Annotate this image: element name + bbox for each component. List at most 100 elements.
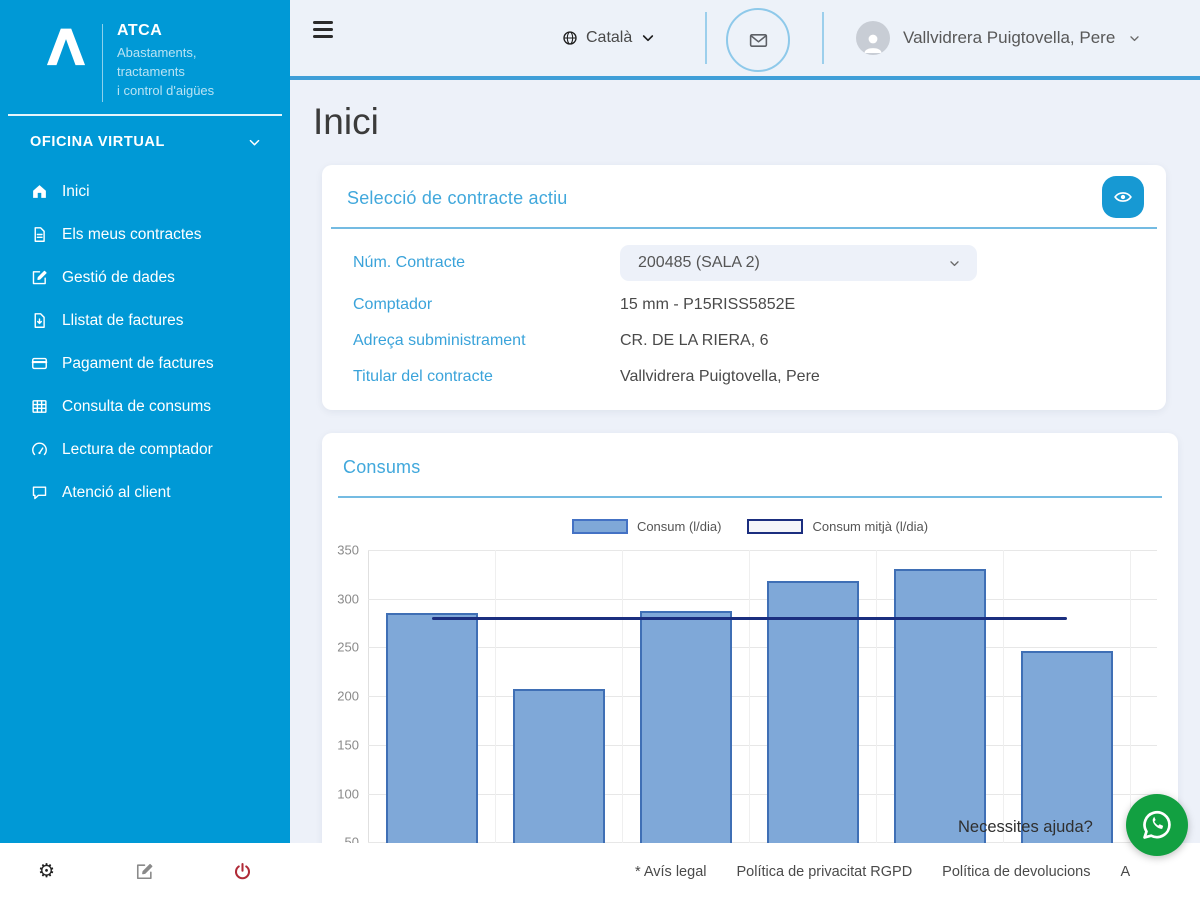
chart-legend: Consum (l/dia) Consum mitjà (l/dia) <box>322 519 1178 534</box>
sidebar-item-label: Atenció al client <box>62 483 171 501</box>
sidebar-bottom-bar: ⚙ <box>0 843 290 900</box>
sidebar-section-oficina-virtual[interactable]: OFICINA VIRTUAL <box>0 116 290 160</box>
help-prompt: Necessites ajuda? <box>958 818 1093 836</box>
footer: * Avís legal Política de privacitat RGPD P… <box>290 843 1200 900</box>
sidebar-item-label: Gestió de dades <box>62 268 175 286</box>
average-line <box>431 617 1067 621</box>
field-row-comptador: Comptador 15 mm - P15RISS5852E <box>353 287 1142 323</box>
contract-selection-card: Selecció de contracte actiu Núm. Contrac… <box>322 165 1166 410</box>
legend-item-consum-l-dia[interactable]: Consum (l/dia) <box>571 519 722 534</box>
sidebar-item-consulta-de-consums[interactable]: Consulta de consums <box>0 385 290 428</box>
sidebar-item-llistat-de-factures[interactable]: Llistat de factures <box>0 299 290 342</box>
brand-subtitle-line: Abastaments, <box>117 45 197 60</box>
language-label: Català <box>586 29 633 46</box>
y-tick-label: 250 <box>337 639 359 655</box>
brand-name: ATCA <box>117 22 163 39</box>
field-value: 15 mm - P15RISS5852E <box>620 296 796 313</box>
contract-select-value: 200485 (SALA 2) <box>638 254 760 271</box>
field-row-num-contracte: Núm. Contracte 200485 (SALA 2) <box>353 245 1142 281</box>
sidebar-item-inici[interactable]: Inici <box>0 170 290 213</box>
card-title-underline <box>331 227 1157 229</box>
chat-icon <box>30 484 49 501</box>
gridline-h <box>368 550 1157 551</box>
hamburger-menu-icon[interactable] <box>313 21 333 38</box>
table-icon <box>30 398 49 415</box>
sidebar-item-label: Lectura de comptador <box>62 440 213 458</box>
sidebar-item-label: Pagament de factures <box>62 354 214 372</box>
field-value: Vallvidrera Puigtovella, Pere <box>620 368 820 385</box>
legend-label: Consum mitjà (l/dia) <box>812 519 929 534</box>
y-tick-label: 200 <box>337 688 359 704</box>
pen-square-icon <box>135 862 154 881</box>
chevron-down-icon <box>640 30 656 46</box>
gridline-v <box>876 550 877 891</box>
sidebar-item-pagament-de-factures[interactable]: Pagament de factures <box>0 342 290 385</box>
home-icon <box>30 183 49 200</box>
contract-select[interactable]: 200485 (SALA 2) <box>620 245 977 281</box>
contract-fields: Núm. Contracte 200485 (SALA 2) Comptador 15… <box>353 245 1142 395</box>
field-value: CR. DE LA RIERA, 6 <box>620 332 769 349</box>
topbar-divider <box>705 12 707 64</box>
view-contract-button[interactable] <box>1102 176 1144 218</box>
sidebar-item-atencio-al-client[interactable]: Atenció al client <box>0 471 290 514</box>
language-selector[interactable]: Català <box>562 0 656 76</box>
gridline-h <box>368 598 1157 600</box>
sidebar-menu: Inici Els meus contractes Gestió de dades L… <box>0 160 290 514</box>
messages-button[interactable] <box>726 8 790 72</box>
card-title-underline <box>338 496 1162 498</box>
footer-link-avis-legal[interactable]: * Avís legal <box>635 864 706 880</box>
legend-swatch <box>747 519 804 534</box>
globe-icon <box>562 30 578 46</box>
pen-square-icon <box>30 269 49 286</box>
pen-square-button[interactable] <box>135 862 154 881</box>
footer-link-politica-de-devolucions[interactable]: Política de devolucions <box>942 864 1090 880</box>
legend-swatch <box>571 519 628 534</box>
field-label: Adreça subministrament <box>353 332 526 349</box>
sidebar-item-els-meus-contractes[interactable]: Els meus contractes <box>0 213 290 256</box>
legend-item-consum-mitja-l-dia[interactable]: Consum mitjà (l/dia) <box>747 519 928 534</box>
atca-logo-icon <box>40 20 92 72</box>
chevron-down-icon <box>247 135 262 150</box>
brand-subtitle-line: i control d'aigües <box>117 83 215 98</box>
gridline-v <box>1003 550 1004 891</box>
whatsapp-button[interactable] <box>1126 794 1188 856</box>
y-tick-label: 150 <box>337 737 359 753</box>
topbar: Català Vallvidrera Puigtovella, Pere <box>290 0 1200 80</box>
footer-link-politica-de-privacitat-rgpd[interactable]: Política de privacitat RGPD <box>736 864 912 880</box>
contract-card-title: Selecció de contracte actiu <box>347 188 568 208</box>
gridline-v <box>622 550 623 891</box>
y-tick-label: 100 <box>337 786 359 802</box>
power-icon <box>233 862 252 881</box>
field-label: Titular del contracte <box>353 368 493 385</box>
user-menu[interactable]: Vallvidrera Puigtovella, Pere <box>856 0 1141 76</box>
footer-links: * Avís legal Política de privacitat RGPD P… <box>635 843 1130 900</box>
chevron-down-icon <box>948 257 961 270</box>
gear-button[interactable]: ⚙ <box>38 862 55 881</box>
power-button[interactable] <box>233 862 252 881</box>
document-icon <box>30 226 49 243</box>
footer-link-a[interactable]: A <box>1121 864 1131 880</box>
avatar <box>856 21 890 55</box>
gauge-icon <box>30 441 49 458</box>
sidebar-item-label: Els meus contractes <box>62 225 202 243</box>
person-icon <box>861 31 885 55</box>
envelope-icon <box>748 30 769 51</box>
legend-label: Consum (l/dia) <box>636 519 722 534</box>
gridline-v <box>495 550 496 891</box>
y-axis-line <box>368 550 369 891</box>
brand-logo: ATCA Abastaments, tractaments i control d'… <box>0 0 290 102</box>
y-tick-label: 350 <box>337 542 359 558</box>
y-tick-label: 300 <box>337 591 359 607</box>
field-row-titular-del-contracte: Titular del contracte Vallvidrera Puigtov… <box>353 359 1142 395</box>
brand-subtitle: Abastaments, tractaments i control d'aigüe… <box>117 43 214 100</box>
credit-card-icon <box>30 355 49 372</box>
topbar-divider <box>822 12 824 64</box>
invoice-icon <box>30 312 49 329</box>
sidebar-item-label: Consulta de consums <box>62 397 212 415</box>
whatsapp-icon <box>1139 807 1175 843</box>
sidebar-item-lectura-de-comptador[interactable]: Lectura de comptador <box>0 428 290 471</box>
sidebar: ATCA Abastaments, tractaments i control d'… <box>0 0 290 843</box>
logo-divider <box>102 24 103 102</box>
sidebar-item-gestio-de-dades[interactable]: Gestió de dades <box>0 256 290 299</box>
sidebar-item-label: Inici <box>62 182 90 200</box>
